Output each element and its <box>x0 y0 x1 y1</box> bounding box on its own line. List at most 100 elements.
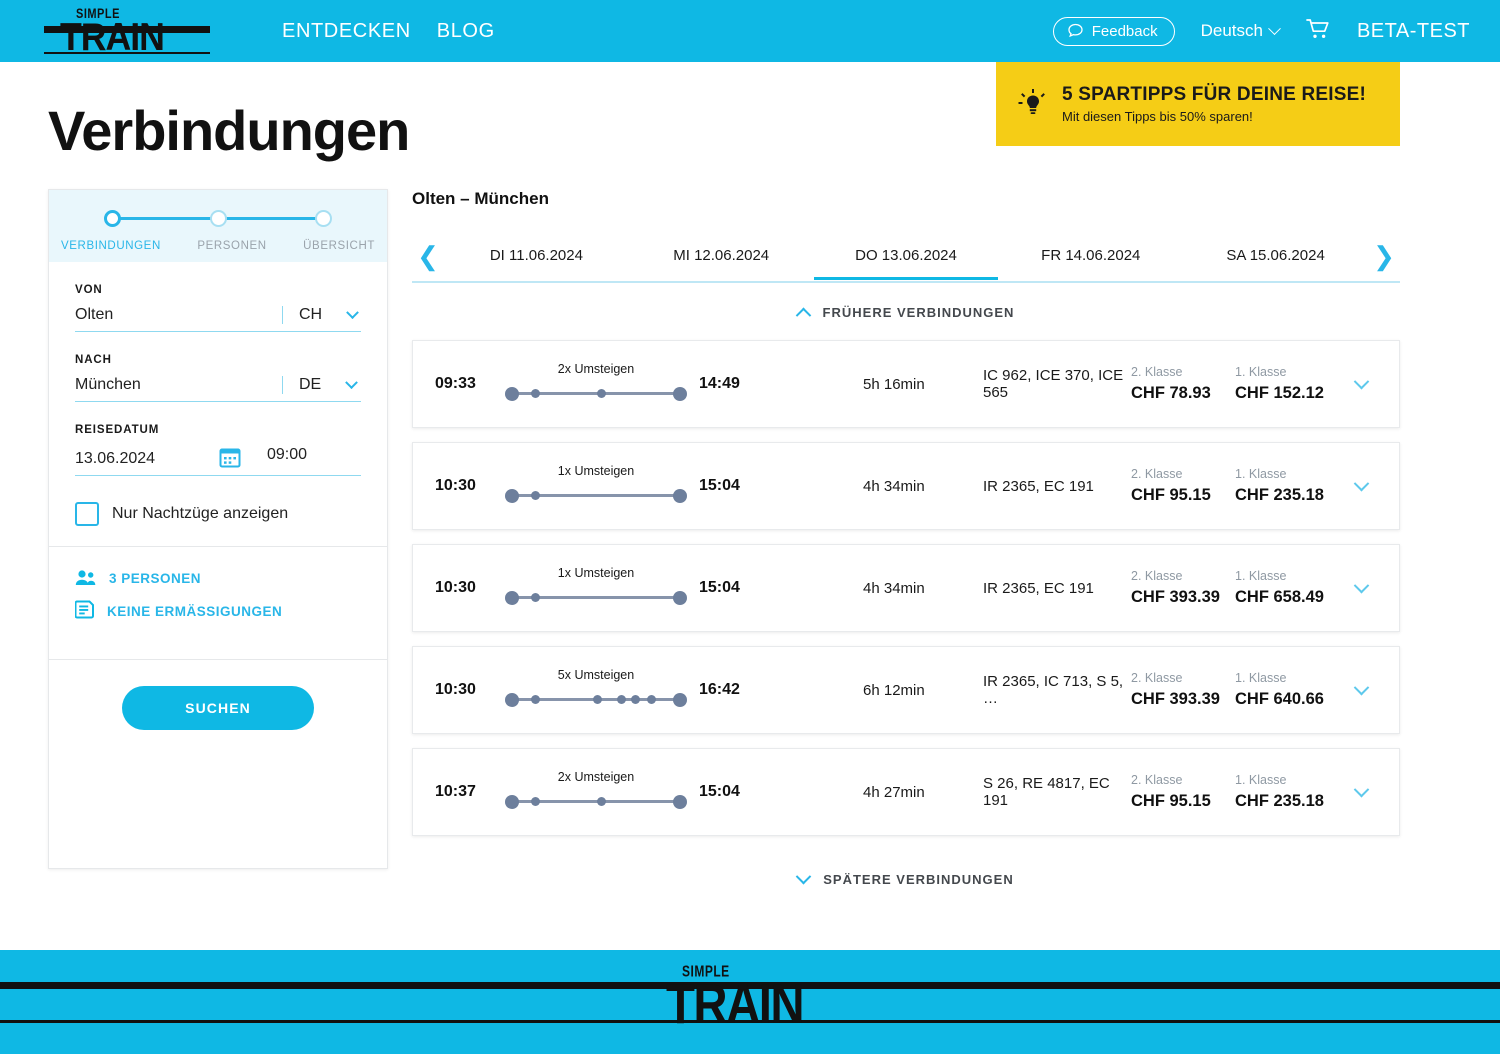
journey-end-dot <box>673 795 687 809</box>
nav-item-blog[interactable]: BLOG <box>437 20 495 43</box>
results-panel: Olten – München ❮ DI 11.06.2024 MI 12.06… <box>412 189 1500 907</box>
travel-date-label: REISEDATUM <box>75 424 160 436</box>
step-dot-uebersicht[interactable] <box>315 210 332 227</box>
night-trains-row[interactable]: Nur Nachtzüge anzeigen <box>75 502 361 526</box>
cart-button[interactable] <box>1305 17 1331 46</box>
stepper-labels: VERBINDUNGEN PERSONEN ÜBERSICHT <box>49 230 387 252</box>
site-logo[interactable]: SIMPLE TRAIN <box>38 7 210 57</box>
connection-row[interactable]: 10:37 2x Umsteigen 15:04 4h 27min S 26, RE 4… <box>412 748 1400 836</box>
expand-connection-button[interactable] <box>1341 475 1381 492</box>
to-city-input[interactable] <box>75 376 282 394</box>
connection-row[interactable]: 10:30 1x Umsteigen 15:04 4h 34min IR 2365, E… <box>412 544 1400 632</box>
promo-banner[interactable]: 5 SPARTIPPS FÜR DEINE REISE! Mit diesen … <box>996 62 1400 146</box>
search-button[interactable]: SUCHEN <box>122 686 314 730</box>
expand-connection-button[interactable] <box>1341 679 1381 696</box>
search-fields: VON CH NACH DE REISEDATUM 13.06.2024 <box>49 262 387 546</box>
expand-connection-button[interactable] <box>1341 577 1381 594</box>
chevron-down-icon <box>1353 781 1369 797</box>
price-first-class[interactable]: 1. Klasse CHF 152.12 <box>1235 365 1341 403</box>
step-label-uebersicht[interactable]: ÜBERSICHT <box>303 240 375 252</box>
from-country-select[interactable]: CH <box>282 305 361 324</box>
from-label: VON <box>75 284 103 296</box>
footer-logo-main[interactable]: TRAIN <box>660 958 840 1048</box>
language-selector[interactable]: Deutsch <box>1201 21 1281 41</box>
earlier-connections-button[interactable]: FRÜHERE VERBINDUNGEN <box>412 283 1400 340</box>
journey-start-dot <box>505 693 519 707</box>
nav-item-entdecken[interactable]: ENTDECKEN <box>282 20 411 43</box>
stepper-track <box>104 208 332 230</box>
site-header: SIMPLE TRAIN ENTDECKEN BLOG Feedback Deu… <box>0 0 1500 62</box>
price-first-class[interactable]: 1. Klasse CHF 640.66 <box>1235 671 1341 709</box>
from-city-input[interactable] <box>75 306 282 324</box>
departure-time: 10:37 <box>435 783 476 800</box>
date-tab-1[interactable]: MI 12.06.2024 <box>629 247 814 278</box>
train-list: IC 962, ICE 370, ICE 565 <box>983 367 1124 401</box>
price-group: 2. Klasse CHF 95.15 1. Klasse CHF 235.18 <box>1131 773 1341 811</box>
second-class-label: 2. Klasse <box>1131 365 1183 379</box>
price-first-class[interactable]: 1. Klasse CHF 235.18 <box>1235 467 1341 505</box>
expand-connection-button[interactable] <box>1341 373 1381 390</box>
duration: 6h 12min <box>863 681 925 699</box>
price-second-class[interactable]: 2. Klasse CHF 95.15 <box>1131 467 1227 505</box>
chevron-down-icon <box>345 375 359 389</box>
step-label-personen[interactable]: PERSONEN <box>197 240 266 252</box>
beta-test-link[interactable]: BETA-TEST <box>1357 20 1470 43</box>
journey-stop-dot <box>531 695 540 704</box>
journey-stop-dot <box>597 797 606 806</box>
date-field[interactable]: 13.06.2024 <box>75 446 251 476</box>
journey-graphic: 1x Umsteigen <box>505 566 687 610</box>
night-trains-label: Nur Nachtzüge anzeigen <box>112 505 289 522</box>
first-class-label: 1. Klasse <box>1235 671 1287 685</box>
arrival-time: 15:04 <box>699 783 740 800</box>
chevron-down-icon <box>1268 21 1281 35</box>
duration: 4h 27min <box>863 783 925 801</box>
chevron-left-icon: ❮ <box>417 241 439 271</box>
price-first-class[interactable]: 1. Klasse CHF 658.49 <box>1235 569 1341 607</box>
changes-label: 2x Umsteigen <box>557 770 635 784</box>
expand-connection-button[interactable] <box>1341 781 1381 798</box>
calendar-icon[interactable] <box>219 446 241 468</box>
price-second-class[interactable]: 2. Klasse CHF 78.93 <box>1131 365 1227 403</box>
shopping-cart-icon <box>1306 18 1329 38</box>
discount-card-icon <box>75 600 94 619</box>
first-class-price: CHF 658.49 <box>1235 588 1324 606</box>
people-icon <box>75 570 96 585</box>
date-tab-2[interactable]: DO 13.06.2024 <box>813 247 999 280</box>
date-tab-3[interactable]: FR 14.06.2024 <box>998 247 1183 278</box>
next-dates-button[interactable]: ❯ <box>1368 243 1400 281</box>
chevron-right-icon: ❯ <box>1373 241 1395 271</box>
price-second-class[interactable]: 2. Klasse CHF 95.15 <box>1131 773 1227 811</box>
price-first-class[interactable]: 1. Klasse CHF 235.18 <box>1235 773 1341 811</box>
step-dot-verbindungen[interactable] <box>104 210 121 227</box>
feedback-button[interactable]: Feedback <box>1052 16 1175 46</box>
second-class-price: CHF 95.15 <box>1131 792 1211 810</box>
persons-row[interactable]: 3 PERSONEN <box>75 569 361 587</box>
price-second-class[interactable]: 2. Klasse CHF 393.39 <box>1131 671 1227 709</box>
journey-stop-dot <box>531 491 540 500</box>
step-dot-personen[interactable] <box>210 210 227 227</box>
journey-graphic: 5x Umsteigen <box>505 668 687 712</box>
journey-end-dot <box>673 489 687 503</box>
to-country-select[interactable]: DE <box>282 375 361 394</box>
journey-stop-dot <box>531 593 540 602</box>
site-footer: SIMPLE TRAIN <box>0 950 1500 1054</box>
first-class-label: 1. Klasse <box>1235 365 1287 379</box>
previous-dates-button[interactable]: ❮ <box>412 243 444 281</box>
later-connections-button[interactable]: SPÄTERE VERBINDUNGEN <box>412 850 1400 907</box>
date-tab-0[interactable]: DI 11.06.2024 <box>444 247 629 278</box>
step-label-verbindungen[interactable]: VERBINDUNGEN <box>61 240 161 252</box>
second-class-price: CHF 393.39 <box>1131 690 1220 708</box>
journey-stop-dot <box>631 695 640 704</box>
time-field[interactable]: 09:00 <box>251 446 361 476</box>
date-tab-4[interactable]: SA 15.06.2024 <box>1183 247 1368 278</box>
price-second-class[interactable]: 2. Klasse CHF 393.39 <box>1131 569 1227 607</box>
connection-row[interactable]: 10:30 5x Umsteigen 16:42 6h 12min IR 2365, I… <box>412 646 1400 734</box>
connection-row[interactable]: 10:30 1x Umsteigen 15:04 4h 34min IR 2365, E… <box>412 442 1400 530</box>
second-class-price: CHF 393.39 <box>1131 588 1220 606</box>
connection-row[interactable]: 09:33 2x Umsteigen 14:49 5h 16min IC 962, IC… <box>412 340 1400 428</box>
night-trains-checkbox[interactable] <box>75 502 99 526</box>
discounts-row[interactable]: KEINE ERMÄSSIGUNGEN <box>75 600 361 622</box>
later-connections-label: SPÄTERE VERBINDUNGEN <box>823 872 1014 887</box>
second-class-label: 2. Klasse <box>1131 467 1183 481</box>
from-country-value: CH <box>299 306 323 323</box>
